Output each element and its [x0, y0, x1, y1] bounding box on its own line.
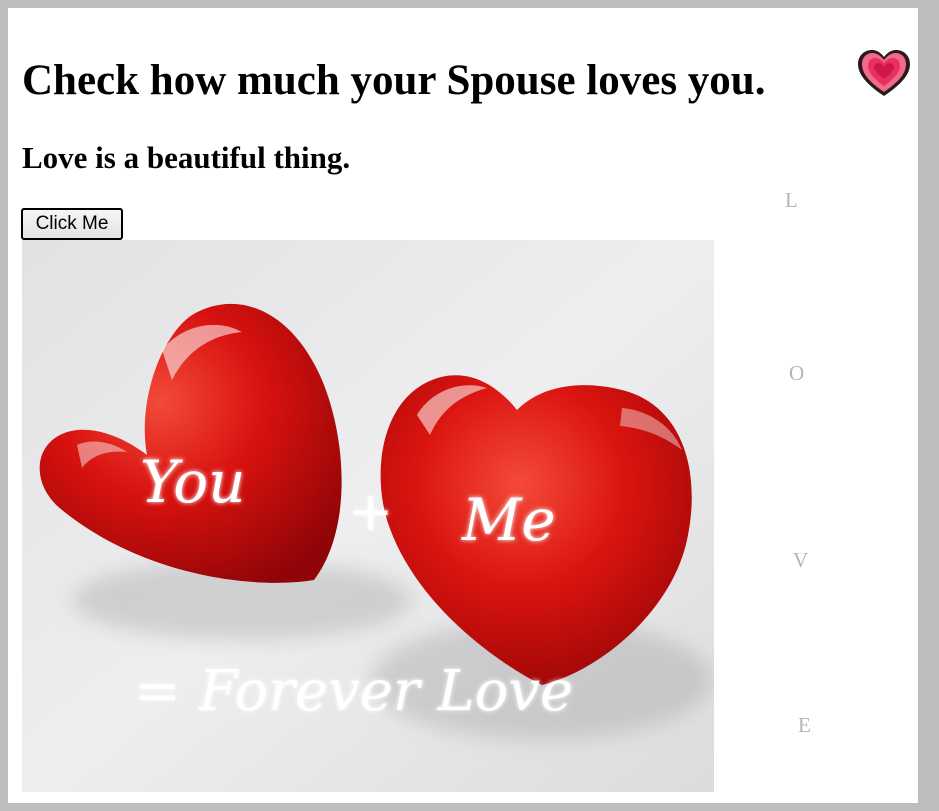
- side-letter-e: E: [798, 713, 811, 737]
- image-text-you: You: [140, 448, 246, 516]
- page-subtitle: Love is a beautiful thing.: [22, 140, 351, 175]
- side-letter-o: O: [789, 361, 805, 385]
- image-text-plus: +: [348, 480, 393, 543]
- side-letter-v: V: [793, 548, 809, 572]
- heart-icon: [858, 50, 910, 96]
- hearts-image: You + Me = Forever Love: [22, 240, 714, 792]
- page: Check how much your Spouse loves you. Lo…: [8, 8, 918, 803]
- click-me-button[interactable]: Click Me: [21, 208, 123, 240]
- page-title: Check how much your Spouse loves you.: [22, 57, 766, 104]
- image-text-me: Me: [461, 486, 556, 554]
- image-text-forever-love: = Forever Love: [134, 659, 573, 724]
- side-letter-l: L: [785, 188, 798, 212]
